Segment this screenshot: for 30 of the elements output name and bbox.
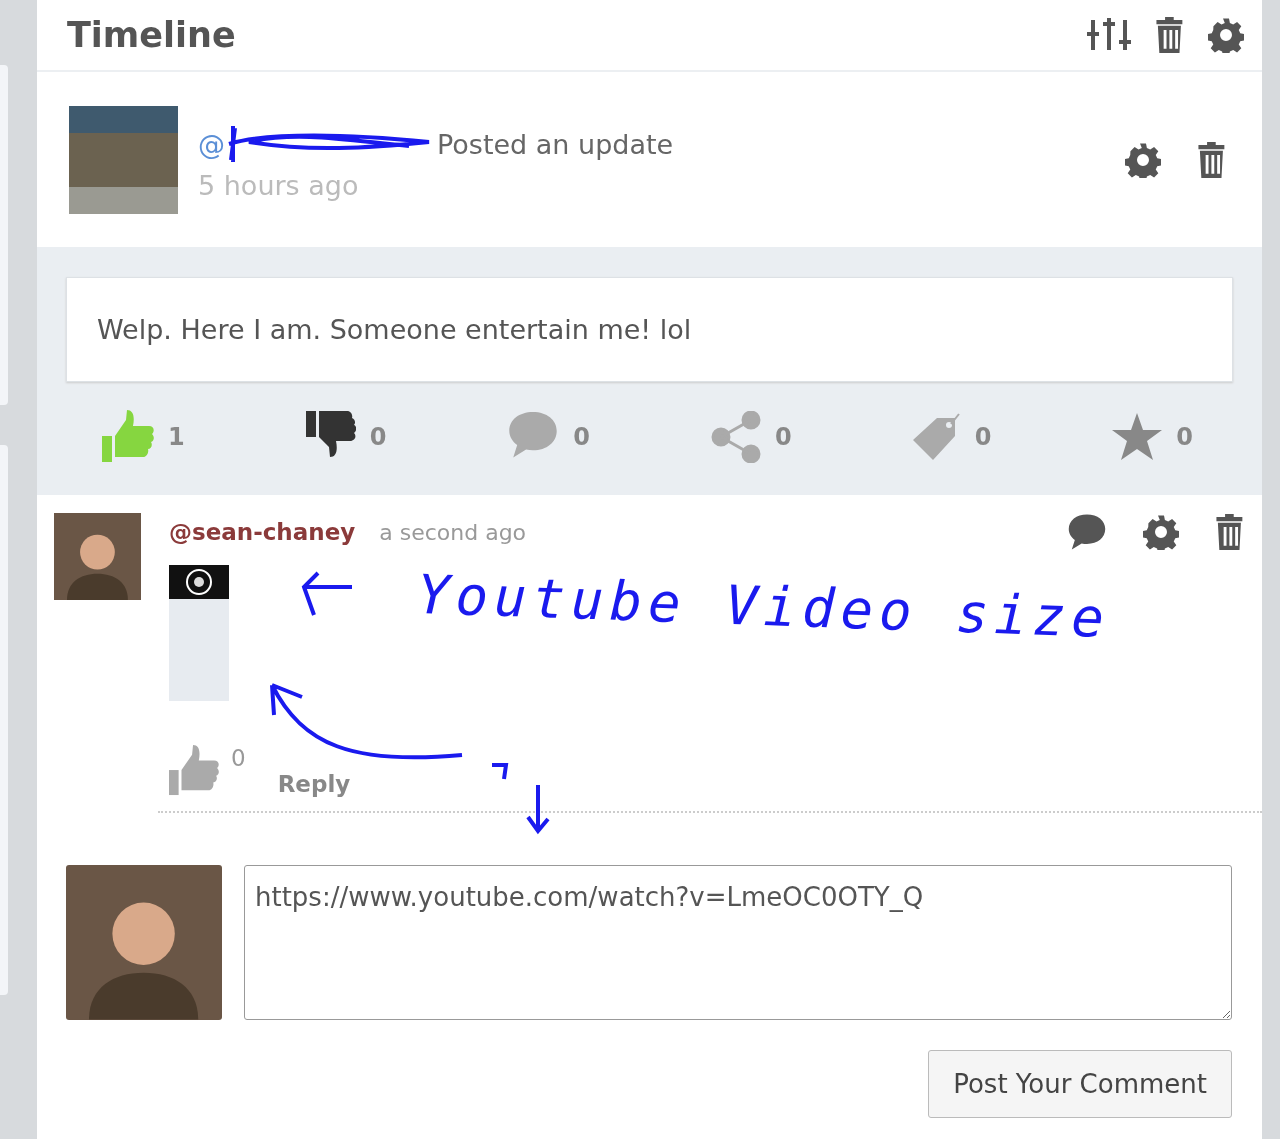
settings-icon[interactable] — [1208, 17, 1244, 53]
delete-icon[interactable] — [1197, 141, 1226, 178]
settings-icon[interactable] — [1125, 141, 1162, 178]
reaction-count: 0 — [369, 423, 387, 451]
panel-title: Timeline — [67, 15, 236, 55]
post-comment-button[interactable]: Post Your Comment — [928, 1050, 1232, 1118]
thumbs-up-icon[interactable] — [102, 410, 154, 464]
reaction-count: 0 — [1176, 423, 1193, 451]
reaction-count: 1 — [168, 423, 185, 451]
reaction-count: 0 — [573, 423, 590, 451]
reply-link[interactable]: Reply — [277, 771, 351, 797]
comment-icon[interactable] — [1067, 513, 1108, 551]
post-text: Welp. Here I am. Someone entertain me! lol — [66, 277, 1233, 382]
handwritten-note: Youtube Video size — [416, 562, 1112, 651]
delete-icon[interactable] — [1155, 17, 1184, 53]
comment-author[interactable]: @sean-chaney — [169, 519, 356, 545]
post-action: Posted an update — [437, 128, 674, 160]
star-icon[interactable] — [1112, 413, 1163, 461]
post-time: 5 hours ago — [198, 170, 360, 201]
sliders-icon[interactable] — [1087, 18, 1132, 52]
comment-time: a second ago — [379, 519, 528, 545]
video-embed[interactable] — [169, 565, 229, 701]
reaction-count: 0 — [774, 423, 792, 451]
logo-icon — [185, 568, 213, 596]
delete-icon[interactable] — [1215, 514, 1244, 550]
comment-input[interactable]: https://www.youtube.com/watch?v=LmeOC0OTY_Q — [244, 865, 1232, 1020]
thumbs-up-icon[interactable] — [169, 745, 219, 797]
reaction-count: 0 — [974, 423, 992, 451]
like-count: 0 — [231, 745, 246, 771]
settings-icon[interactable] — [1143, 514, 1180, 550]
